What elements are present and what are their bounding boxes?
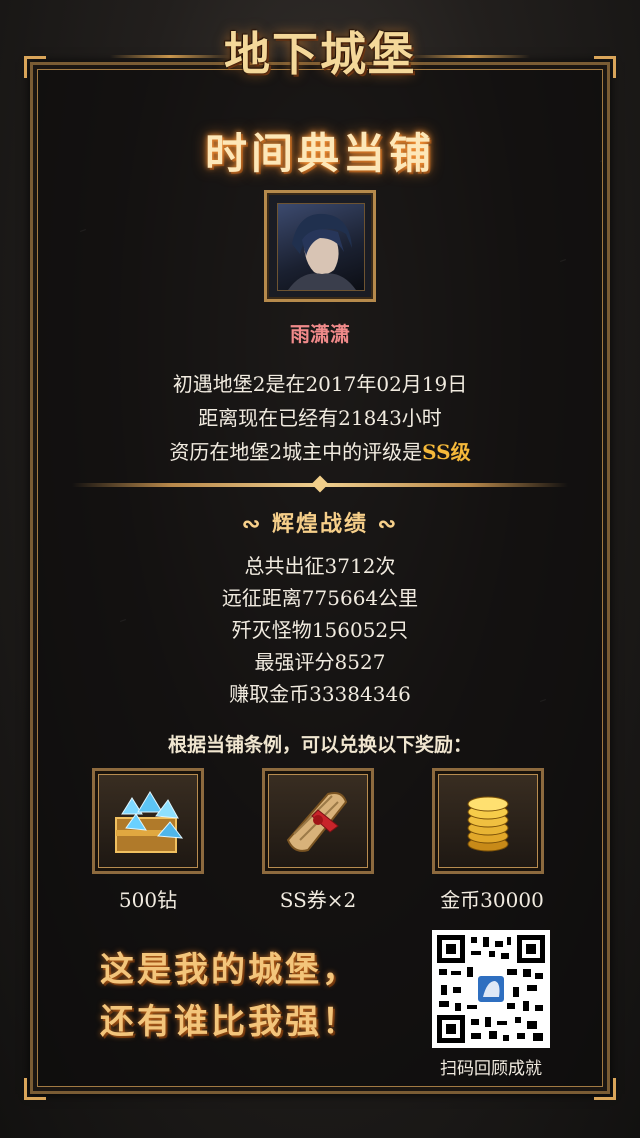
character-portrait-icon <box>288 213 356 290</box>
username: 雨潇潇 <box>290 322 350 346</box>
frame-corner <box>24 1078 46 1100</box>
swirl-left-icon: ∾ <box>241 511 272 537</box>
game-logo: 地下城堡 <box>224 27 416 81</box>
rank-line: 资历在地堡2城主中的评级是SS级 <box>0 436 640 465</box>
reward-label: 500钻 <box>118 888 178 912</box>
qr-code[interactable] <box>432 930 550 1048</box>
reward-intro: 根据当铺条例，可以兑换以下奖励： <box>167 734 472 756</box>
reward-item-gold[interactable] <box>432 768 544 874</box>
rank-value: SS级 <box>422 440 471 464</box>
page-title: 时间典当铺 <box>204 129 435 178</box>
reward-label: SS券×2 <box>279 888 357 912</box>
hours-elapsed: 距离现在已经有21843小时 <box>198 406 442 430</box>
reward-item-diamonds[interactable] <box>92 768 204 874</box>
slogan-line-1: 这是我的城堡， <box>100 950 359 990</box>
stat-line: 远征距离775664公里 <box>221 586 419 610</box>
achievements-title: ∾ 辉煌战绩 ∾ <box>0 506 640 538</box>
reward-item-ss-ticket[interactable] <box>262 768 374 874</box>
stat-line: 赚取金币33384346 <box>229 682 411 706</box>
scroll-icon <box>286 792 348 852</box>
reward-label: 金币30000 <box>440 888 544 912</box>
stat-line: 最强评分8527 <box>254 650 386 674</box>
first-meet-date: 初遇地堡2是在2017年02月19日 <box>172 372 468 396</box>
gold-coins-icon <box>467 796 509 852</box>
avatar <box>264 190 376 302</box>
swirl-right-icon: ∾ <box>368 511 399 537</box>
stat-line: 歼灭怪物156052只 <box>231 618 409 642</box>
achievements-title-text: 辉煌战绩 <box>271 511 368 537</box>
frame-corner <box>594 1078 616 1100</box>
stat-line: 总共出征3712次 <box>244 554 396 578</box>
rank-prefix: 资历在地堡2城主中的评级是 <box>169 440 423 464</box>
diamond-chest-icon <box>115 791 184 853</box>
qr-code-icon <box>437 935 545 1043</box>
slogan-line-2: 还有谁比我强！ <box>100 1002 359 1042</box>
avatar-portrait <box>277 203 365 291</box>
qr-caption: 扫码回顾成就 <box>440 1059 542 1079</box>
